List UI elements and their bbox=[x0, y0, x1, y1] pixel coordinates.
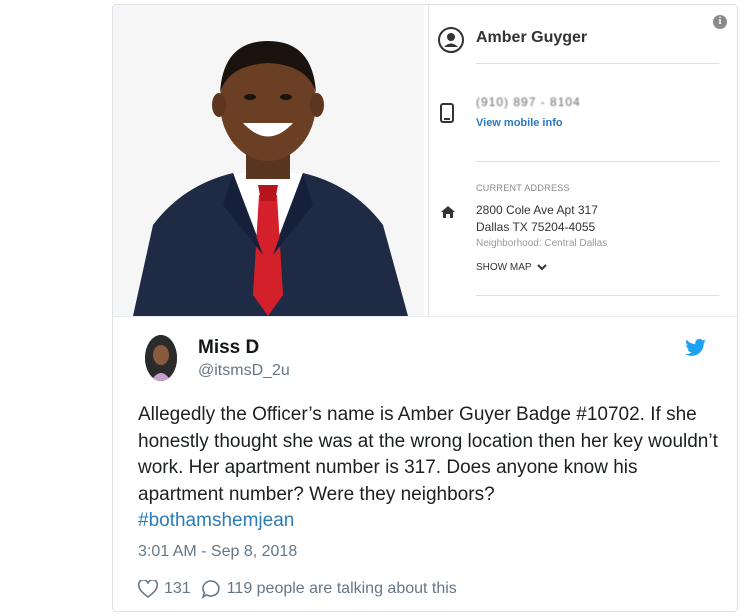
panel-border bbox=[428, 5, 429, 316]
portrait-photo[interactable] bbox=[113, 5, 424, 316]
speech-bubble-icon bbox=[201, 580, 220, 599]
info-icon[interactable]: i bbox=[713, 15, 727, 29]
twitter-bird-icon[interactable] bbox=[685, 339, 707, 357]
person-name: Amber Guyger bbox=[476, 29, 588, 46]
address-label: CURRENT ADDRESS bbox=[476, 183, 570, 193]
person-circle-icon bbox=[438, 27, 464, 53]
avatar[interactable] bbox=[145, 335, 177, 381]
talking-count: 119 people are talking about this bbox=[226, 580, 457, 597]
heart-icon bbox=[138, 580, 158, 598]
like-button[interactable]: 131 bbox=[138, 580, 191, 598]
home-icon bbox=[441, 206, 455, 218]
tweet-text: Allegedly the Officer’s name is Amber Gu… bbox=[138, 402, 718, 535]
like-count: 131 bbox=[164, 580, 191, 597]
hashtag-link[interactable]: #bothamshemjean bbox=[138, 508, 718, 535]
neighborhood-text: Neighborhood: Central Dallas bbox=[476, 238, 608, 249]
phone-icon bbox=[440, 103, 454, 123]
tweet-actions: 131 119 people are talking about this bbox=[138, 579, 467, 599]
portrait-illustration bbox=[113, 5, 424, 316]
phone-number: (910) 897 - 8104 bbox=[476, 95, 581, 109]
avatar-image bbox=[145, 335, 177, 381]
show-map-button[interactable]: SHOW MAP bbox=[476, 262, 547, 273]
chevron-down-icon bbox=[536, 264, 547, 271]
timestamp[interactable]: 3:01 AM - Sep 8, 2018 bbox=[138, 543, 297, 561]
address-line-2: Dallas TX 75204-4055 bbox=[476, 220, 596, 234]
display-name[interactable]: Miss D bbox=[198, 337, 259, 359]
tweet-media[interactable]: i Amber Guyger (910) 897 - 8104 View mob… bbox=[113, 5, 737, 317]
show-map-label: SHOW MAP bbox=[476, 262, 532, 273]
separator bbox=[476, 63, 719, 64]
profile-info-panel: i Amber Guyger (910) 897 - 8104 View mob… bbox=[428, 5, 737, 316]
tweet-body: Miss D @itsmsD_2u Allegedly the Officer’… bbox=[113, 317, 737, 611]
separator bbox=[476, 295, 719, 296]
conversation-button[interactable]: 119 people are talking about this bbox=[201, 579, 457, 599]
separator bbox=[476, 161, 719, 162]
tweet-body-text: Allegedly the Officer’s name is Amber Gu… bbox=[138, 404, 718, 505]
view-mobile-info-link[interactable]: View mobile info bbox=[476, 117, 563, 129]
address-line-1: 2800 Cole Ave Apt 317 bbox=[476, 203, 598, 217]
user-handle[interactable]: @itsmsD_2u bbox=[198, 362, 290, 380]
tweet-card: i Amber Guyger (910) 897 - 8104 View mob… bbox=[112, 4, 738, 612]
